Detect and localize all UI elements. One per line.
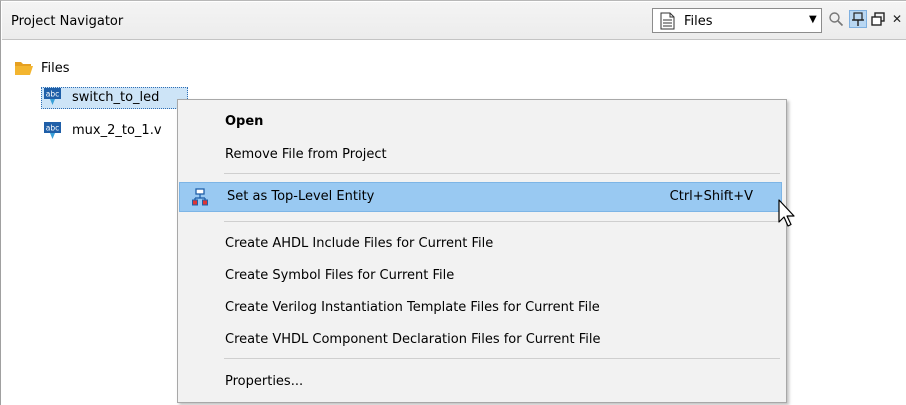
folder-open-icon [15, 62, 33, 75]
view-selector-value: Files [684, 14, 713, 29]
menu-item-properties[interactable]: Properties... [178, 368, 786, 396]
menu-item-label: Create Verilog Instantiation Template Fi… [225, 300, 600, 315]
file-icon-text: abc [46, 124, 59, 133]
panel-titlebar: Project Navigator Files ▼ ✕ [2, 2, 906, 40]
menu-item-label: Remove File from Project [225, 147, 387, 162]
menu-item-create-verilog-template[interactable]: Create Verilog Instantiation Template Fi… [178, 294, 786, 322]
search-icon[interactable] [828, 11, 844, 27]
menu-item-label: Set as Top-Level Entity [227, 189, 375, 204]
menu-item-label: Open [225, 114, 264, 129]
project-navigator-panel: Project Navigator Files ▼ ✕ Files abc sw… [0, 0, 906, 405]
mouse-cursor-icon [778, 199, 795, 227]
hierarchy-icon [192, 188, 208, 206]
menu-item-create-vhdl-component[interactable]: Create VHDL Component Declaration Files … [178, 326, 786, 354]
menu-item-label: Create VHDL Component Declaration Files … [225, 332, 601, 347]
view-selector-combo[interactable]: Files ▼ [652, 8, 822, 33]
close-icon[interactable]: ✕ [892, 12, 902, 26]
tree-root-files[interactable]: Files [41, 61, 70, 76]
menu-separator [224, 358, 780, 359]
menu-item-shortcut: Ctrl+Shift+V [669, 189, 753, 204]
menu-item-label: Create AHDL Include Files for Current Fi… [225, 236, 494, 251]
verilog-file-icon: abc [44, 122, 61, 139]
file-icon-text: abc [46, 90, 59, 99]
tree-item-switch-to-led[interactable]: switch_to_led [72, 90, 159, 105]
menu-separator [224, 173, 780, 174]
menu-item-label: Create Symbol Files for Current File [225, 268, 455, 283]
menu-separator [224, 221, 780, 222]
chevron-down-icon[interactable]: ▼ [809, 14, 817, 25]
context-menu: Open Remove File from Project Set as Top… [177, 99, 787, 403]
verilog-file-icon: abc [44, 88, 61, 105]
menu-item-remove-file[interactable]: Remove File from Project [178, 141, 786, 169]
menu-item-open[interactable]: Open [178, 108, 786, 136]
pin-icon[interactable] [849, 10, 867, 28]
float-window-icon[interactable] [870, 11, 886, 27]
menu-item-label: Properties... [225, 374, 304, 389]
menu-item-set-top-level[interactable]: Set as Top-Level Entity Ctrl+Shift+V [179, 182, 782, 212]
menu-item-create-symbol-files[interactable]: Create Symbol Files for Current File [178, 262, 786, 290]
panel-title: Project Navigator [11, 14, 124, 29]
tree-item-mux-2-to-1[interactable]: mux_2_to_1.v [72, 123, 162, 138]
document-icon [660, 12, 675, 30]
menu-item-create-ahdl-include[interactable]: Create AHDL Include Files for Current Fi… [178, 230, 786, 258]
